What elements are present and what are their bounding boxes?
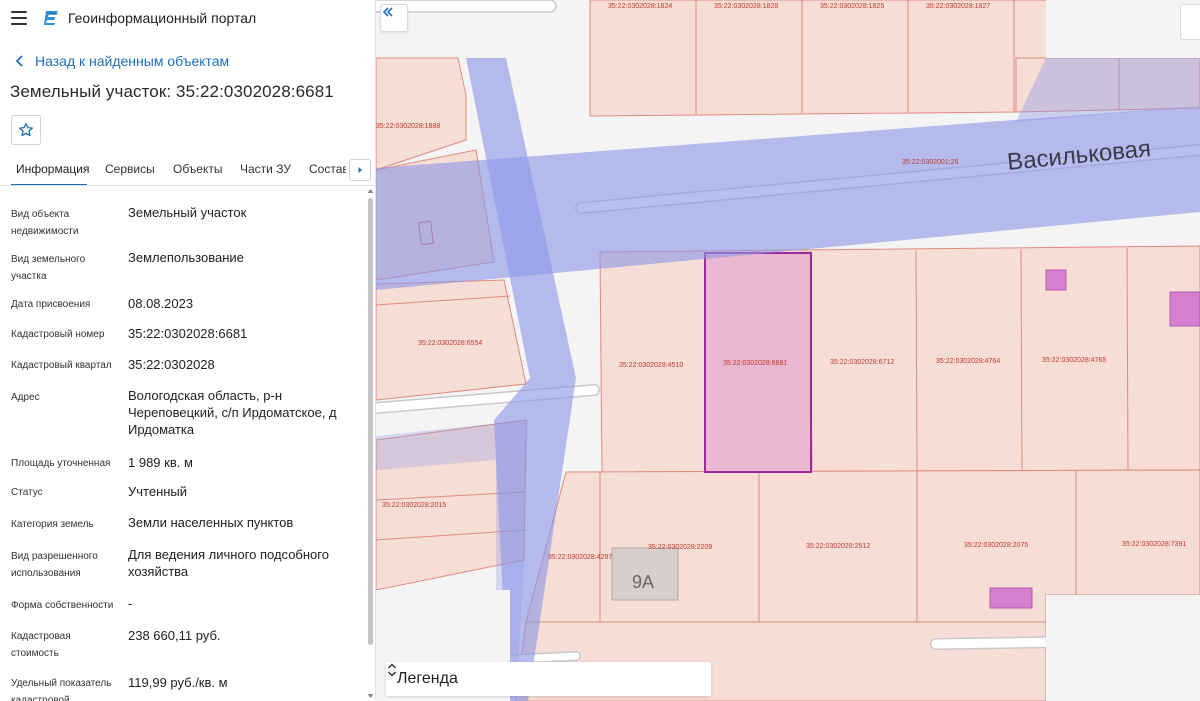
prop-label-ownership-form: Форма собственности [11, 600, 114, 611]
prop-label-cadastral-number: Кадастровый номер [11, 329, 105, 340]
parcel-label-2075: 35:22:0302028:2075 [964, 542, 1028, 549]
back-link-label: Назад к найденным объектам [35, 53, 230, 69]
prop-label-status: Статус [11, 487, 43, 498]
app-root: Геоинформационный портал Назад к найденн… [0, 0, 1200, 701]
prop-value-object-type: Земельный участок [128, 205, 247, 220]
parcel-label-1828: 35:22:0302028:1828 [714, 3, 778, 10]
parcel-label-2512: 35:22:0302028:2512 [806, 543, 870, 550]
prop-label-cadastral-quarter: Кадастровый квартал [11, 360, 112, 371]
parcel-label-1825: 35:22:0302028:1825 [820, 3, 884, 10]
parcel-label-0302001-25: 35:22:0302001:25 [902, 159, 959, 166]
prop-value-address: Вологодская область, р-н Череповецкий, с… [128, 388, 337, 437]
page-title: Земельный участок: 35:22:0302028:6681 [10, 82, 334, 101]
legend-label: Легенда [397, 670, 458, 687]
collapse-panel-button[interactable] [380, 4, 408, 32]
parcel-label-1827: 35:22:0302028:1827 [926, 3, 990, 10]
tab-composition[interactable]: Состав [309, 162, 346, 176]
tab-information[interactable]: Информация [16, 162, 89, 176]
star-icon [19, 122, 33, 137]
prop-label-area: Площадь уточненная [11, 458, 111, 469]
prop-value-cadastral-number: 35:22:0302028:6681 [128, 326, 248, 341]
prop-value-assign-date: 08.08.2023 [128, 296, 194, 311]
prop-value-area: 1 989 кв. м [128, 455, 193, 470]
parcel-label-4297: 35:22:0302028:4297 [548, 554, 612, 561]
properties-scrollbar[interactable] [366, 188, 375, 701]
parcel-label-1824: 35:22:0302028:1824 [608, 3, 672, 10]
prop-value-permitted-use: Для ведения личного подсобного хозяйства [128, 547, 329, 579]
prop-value-cadastral-value: 238 660,11 руб. [128, 628, 221, 643]
tab-land-parts[interactable]: Части ЗУ [240, 162, 291, 176]
tab-strip: Информация Сервисы Объекты Части ЗУ Сост… [0, 154, 346, 185]
menu-icon[interactable] [11, 11, 27, 25]
house-number-label: 9А [632, 572, 654, 592]
portal-logo-icon [44, 11, 58, 25]
scrollbar-thumb[interactable] [368, 198, 373, 645]
parcel-label-4510: 35:22:0302028:4510 [619, 362, 683, 369]
properties-list: Вид объекта недвижимости Земельный участ… [0, 188, 366, 701]
prop-label-assign-date: Дата присвоения [11, 299, 91, 310]
object-info-panel: Геоинформационный портал Назад к найденн… [0, 0, 376, 701]
prop-value-status: Учтенный [128, 484, 188, 499]
parcel-label-6681: 35:22:0302028:6681 [723, 360, 787, 367]
prop-label-permitted-use: Вид разрешенного использования [11, 551, 98, 579]
prop-value-land-category: Земли населенных пунктов [128, 515, 294, 530]
prop-value-specific-indicator: 119,99 руб./кв. м [128, 675, 228, 690]
parcel-label-1888: 35:22:0302028:1888 [376, 123, 440, 130]
parcel-label-6712: 35:22:0302028:6712 [830, 359, 894, 366]
tab-bar: Информация Сервисы Объекты Части ЗУ Сост… [0, 154, 375, 186]
parcel-label-2209: 35:22:0302028:2209 [648, 544, 712, 551]
scroll-down-arrow-icon[interactable] [367, 693, 374, 699]
app-title: Геоинформационный портал [68, 10, 257, 26]
active-tab-indicator [11, 184, 87, 185]
chevron-right-icon [358, 167, 362, 173]
tab-services[interactable]: Сервисы [105, 162, 155, 176]
tab-objects[interactable]: Объекты [173, 162, 223, 176]
chevron-left-icon [15, 55, 23, 67]
map-control-button[interactable] [1180, 4, 1200, 40]
parcel-label-6554: 35:22:0302028:6554 [418, 340, 482, 347]
parcel-label-7391: 35:22:0302028:7391 [1122, 541, 1186, 548]
parcel-label-4765: 35:22:0302028:4765 [1042, 357, 1106, 364]
prop-label-parcel-type: Вид земельного участка [11, 254, 86, 282]
back-to-results-link[interactable]: Назад к найденным объектам [12, 51, 229, 71]
map-canvas[interactable]: 35:22:0302028:1824 35:22:0302028:1828 35… [376, 0, 1200, 701]
parcel-label-2015: 35:22:0302028:2015 [382, 502, 446, 509]
prop-label-cadastral-value: Кадастровая стоимость [11, 631, 71, 659]
prop-label-address: Адрес [11, 392, 40, 403]
prop-label-specific-indicator: Удельный показатель кадастровой [11, 678, 112, 701]
prop-value-parcel-type: Землепользование [128, 250, 244, 265]
prop-value-ownership-form: - [128, 596, 133, 611]
favorite-button[interactable] [11, 115, 41, 145]
top-bar: Геоинформационный портал [0, 0, 375, 38]
scroll-up-arrow-icon[interactable] [367, 188, 374, 194]
prop-label-land-category: Категория земель [11, 519, 94, 530]
parcel-label-4764: 35:22:0302028:4764 [936, 358, 1000, 365]
double-chevron-left-icon [382, 7, 393, 17]
prop-value-cadastral-quarter: 35:22:0302028 [128, 357, 215, 372]
prop-label-object-type: Вид объекта недвижимости [11, 209, 79, 237]
tabs-scroll-right-button[interactable] [349, 159, 371, 181]
map-view[interactable]: 35:22:0302028:1824 35:22:0302028:1828 35… [376, 0, 1200, 701]
chevron-up-down-icon [387, 663, 397, 677]
legend-dropdown[interactable]: Легенда [386, 662, 711, 696]
